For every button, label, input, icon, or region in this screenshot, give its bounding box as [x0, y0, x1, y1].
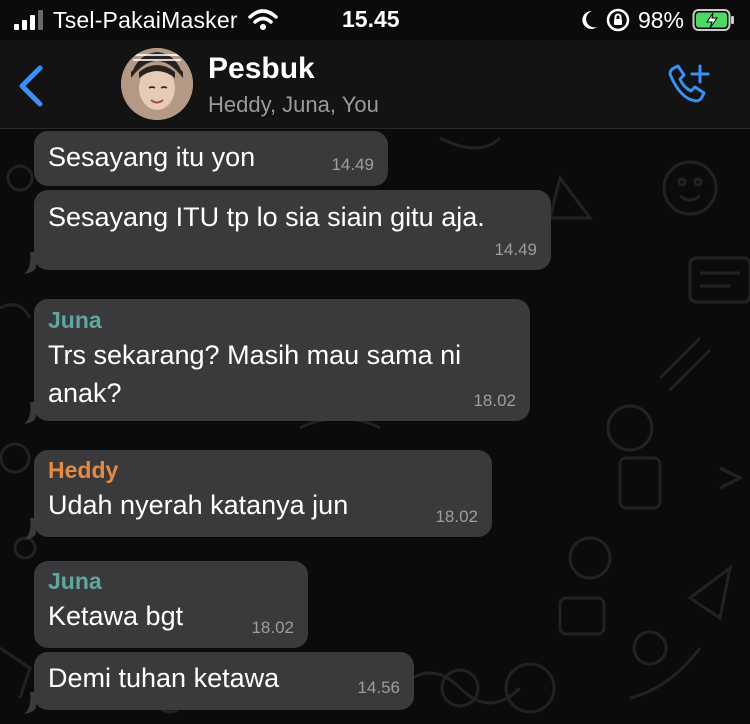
message-bubble[interactable]: Juna Ketawa bgt 18.02 [34, 561, 308, 648]
message-bubble[interactable]: Heddy Udah nyerah katanya jun 18.02 [34, 450, 492, 537]
message-bubble[interactable]: Sesayang itu yon 14.49 [34, 131, 388, 186]
chat-title[interactable]: Pesbuk [208, 52, 315, 86]
status-bar: Tsel-PakaiMasker 15.45 98% [0, 0, 750, 40]
message-time: 18.02 [251, 618, 294, 637]
chat-header: Pesbuk Heddy, Juna, You [0, 40, 750, 129]
signal-strength-icon [14, 10, 43, 30]
message-text: Sesayang ITU tp lo sia siain gitu aja. [48, 202, 485, 232]
message-time: 18.02 [435, 507, 478, 526]
bubble-tail [24, 402, 36, 424]
message-time: 18.02 [473, 391, 516, 410]
message-text: Sesayang itu yon [48, 142, 256, 172]
message-text: Demi tuhan ketawa [48, 663, 280, 693]
carrier-name: Tsel-PakaiMasker [53, 6, 238, 33]
sender-name: Juna [48, 307, 102, 333]
bubble-tail [24, 692, 36, 714]
message-time: 14.49 [331, 155, 374, 174]
chat-participants[interactable]: Heddy, Juna, You [208, 92, 379, 118]
message-bubble[interactable]: Juna Trs sekarang? Masih mau sama ni ana… [34, 299, 530, 421]
message-text: Udah nyerah katanya jun [48, 490, 349, 520]
wifi-icon [247, 9, 278, 30]
chevron-left-icon[interactable] [16, 64, 46, 108]
sender-name: Juna [48, 568, 102, 594]
battery-percentage: 98% [637, 6, 684, 33]
orientation-lock-icon [606, 8, 630, 32]
bubble-tail [24, 252, 36, 274]
message-text: Trs sekarang? Masih mau sama ni anak? [48, 340, 462, 408]
moon-icon [582, 10, 597, 29]
message-bubble[interactable]: Sesayang ITU tp lo sia siain gitu aja. 1… [34, 190, 551, 270]
add-call-icon[interactable] [664, 62, 710, 106]
message-time: 14.56 [357, 678, 400, 697]
message-bubble[interactable]: Demi tuhan ketawa 14.56 [34, 652, 414, 710]
bubble-tail [24, 518, 36, 540]
battery-charging-icon [692, 9, 734, 31]
clock: 15.45 [342, 6, 400, 32]
message-time: 14.49 [494, 240, 537, 259]
group-avatar[interactable] [121, 48, 193, 120]
sender-name: Heddy [48, 457, 119, 483]
